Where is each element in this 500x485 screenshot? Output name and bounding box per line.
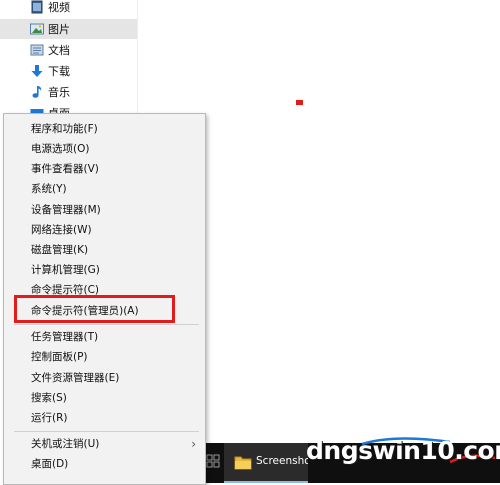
menu-item-label: 关机或注销(U) (31, 438, 100, 450)
menu-separator (14, 431, 199, 432)
nav-item-label: 视频 (48, 1, 70, 14)
menu-item-label: 事件查看器(V) (31, 163, 99, 175)
taskbar-app-screenshots[interactable]: Screenshot (224, 443, 308, 483)
menu-item-label: 磁盘管理(K) (31, 244, 89, 256)
taskbar-grid-icon[interactable] (205, 453, 221, 469)
nav-item-pictures[interactable]: 图片 (0, 19, 137, 39)
highlight-box (14, 295, 175, 323)
menu-separator (14, 324, 199, 325)
nav-item-music[interactable]: 音乐 (0, 82, 137, 102)
menu-item-shutdown-signout[interactable]: 关机或注销(U) › (4, 434, 205, 454)
menu-item-desktop[interactable]: 桌面(D) (4, 454, 205, 474)
menu-item-file-explorer[interactable]: 文件资源管理器(E) (4, 368, 205, 388)
menu-item-label: 电源选项(O) (31, 143, 90, 155)
explorer-nav-pane: 视频 图片 文档 下载 音乐 (0, 0, 138, 120)
menu-item-label: 系统(Y) (31, 183, 67, 195)
menu-item-control-panel[interactable]: 控制面板(P) (4, 347, 205, 367)
nav-item-downloads[interactable]: 下载 (0, 61, 137, 81)
menu-item-search[interactable]: 搜索(S) (4, 388, 205, 408)
menu-item-label: 搜索(S) (31, 392, 67, 404)
menu-item-label: 任务管理器(T) (31, 331, 99, 343)
menu-item-label: 文件资源管理器(E) (31, 372, 120, 384)
nav-item-documents[interactable]: 文档 (0, 40, 137, 60)
red-marker (296, 100, 303, 105)
menu-item-label: 计算机管理(G) (31, 264, 100, 276)
nav-item-label: 图片 (48, 23, 70, 36)
menu-item-disk-management[interactable]: 磁盘管理(K) (4, 240, 205, 260)
download-icon (30, 64, 44, 78)
chevron-right-icon: › (191, 437, 196, 451)
music-icon (30, 85, 44, 99)
menu-item-event-viewer[interactable]: 事件查看器(V) (4, 159, 205, 179)
menu-item-network-connections[interactable]: 网络连接(W) (4, 220, 205, 240)
nav-item-label: 音乐 (48, 86, 70, 99)
nav-item-label: 文档 (48, 44, 70, 57)
folder-icon (234, 454, 252, 474)
menu-item-power-options[interactable]: 电源选项(O) (4, 139, 205, 159)
menu-item-label: 运行(R) (31, 412, 68, 424)
menu-item-label: 桌面(D) (31, 458, 69, 470)
menu-item-computer-management[interactable]: 计算机管理(G) (4, 260, 205, 280)
menu-item-system[interactable]: 系统(Y) (4, 179, 205, 199)
picture-folder-icon (30, 22, 44, 36)
menu-item-run[interactable]: 运行(R) (4, 408, 205, 428)
video-folder-icon (30, 0, 44, 14)
watermark: dngswin10.com (300, 432, 500, 478)
menu-item-label: 程序和功能(F) (31, 123, 98, 135)
menu-item-task-manager[interactable]: 任务管理器(T) (4, 327, 205, 347)
menu-item-label: 设备管理器(M) (31, 204, 101, 216)
document-folder-icon (30, 43, 44, 57)
watermark-text: dngswin10.com (306, 436, 500, 465)
nav-item-label: 下载 (48, 65, 70, 78)
menu-item-programs-features[interactable]: 程序和功能(F) (4, 119, 205, 139)
menu-item-label: 网络连接(W) (31, 224, 92, 236)
nav-item-videos[interactable]: 视频 (0, 0, 137, 17)
menu-item-device-manager[interactable]: 设备管理器(M) (4, 200, 205, 220)
menu-item-label: 控制面板(P) (31, 351, 88, 363)
